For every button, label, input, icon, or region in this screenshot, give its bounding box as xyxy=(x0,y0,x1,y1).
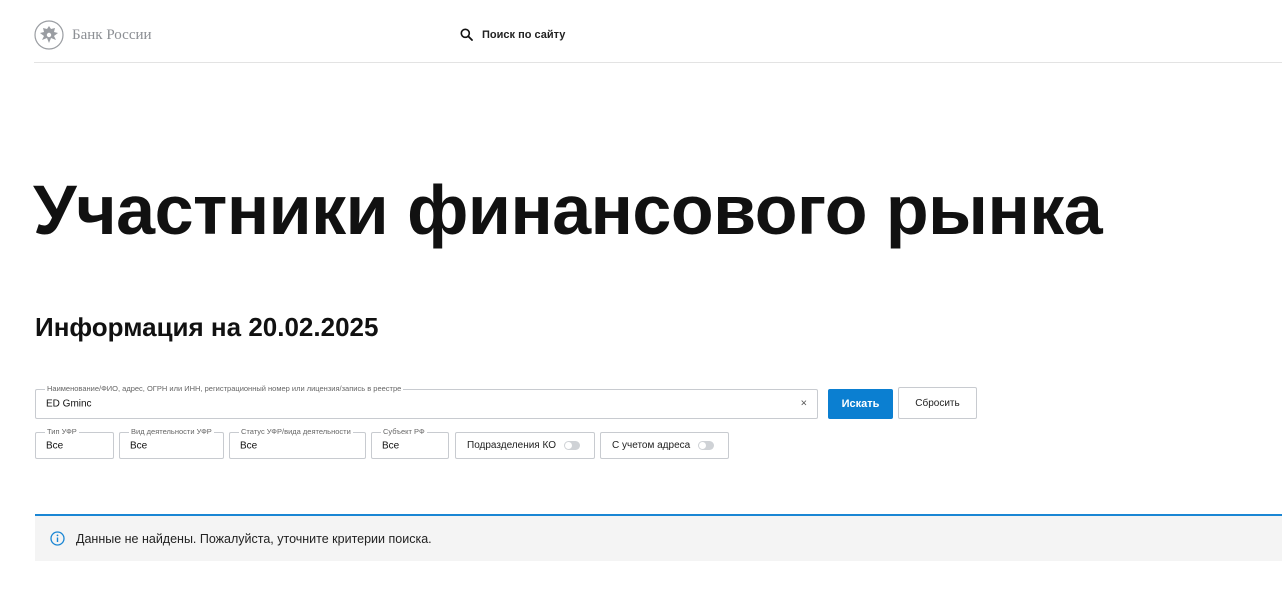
search-button[interactable]: Искать xyxy=(828,389,893,419)
type-select-legend: Тип УФР xyxy=(45,427,79,437)
branches-toggle[interactable]: Подразделения КО xyxy=(455,432,595,459)
no-results-message: Данные не найдены. Пожалуйста, уточните … xyxy=(76,531,432,546)
site-header: Банк России Поиск по сайту xyxy=(34,0,1282,63)
region-select[interactable]: Субъект РФ Все xyxy=(371,427,449,459)
address-toggle-label: С учетом адреса xyxy=(612,440,691,451)
clear-search-icon[interactable]: × xyxy=(801,398,807,410)
info-icon xyxy=(50,531,65,546)
region-select-legend: Субъект РФ xyxy=(381,427,427,437)
reset-button[interactable]: Сбросить xyxy=(898,387,977,419)
search-icon xyxy=(460,28,473,41)
info-date-subtitle: Информация на 20.02.2025 xyxy=(35,312,379,342)
activity-select-legend: Вид деятельности УФР xyxy=(129,427,214,437)
region-select-value: Все xyxy=(382,440,400,451)
address-toggle-switch[interactable] xyxy=(698,441,715,450)
branches-toggle-label: Подразделения КО xyxy=(467,440,556,451)
type-select[interactable]: Тип УФР Все xyxy=(35,427,114,459)
address-toggle[interactable]: С учетом адреса xyxy=(600,432,729,459)
main-search-field[interactable]: Наименование/ФИО, адрес, ОГРН или ИНН, р… xyxy=(35,384,818,419)
bank-logo[interactable]: Банк России xyxy=(34,20,152,50)
site-search-link[interactable]: Поиск по сайту xyxy=(460,28,565,41)
main-search-value: ED Gminc xyxy=(46,398,92,410)
logo-text: Банк России xyxy=(72,26,152,43)
activity-select[interactable]: Вид деятельности УФР Все xyxy=(119,427,224,459)
type-select-value: Все xyxy=(46,440,64,451)
site-search-label: Поиск по сайту xyxy=(482,28,566,41)
toggle-knob xyxy=(699,442,707,449)
status-select[interactable]: Статус УФР/вида деятельности Все xyxy=(229,427,366,459)
activity-select-value: Все xyxy=(130,440,148,451)
eagle-emblem-icon xyxy=(34,20,64,50)
page-title: Участники финансового рынка xyxy=(33,171,1103,249)
toggle-knob xyxy=(565,442,572,449)
main-search-legend: Наименование/ФИО, адрес, ОГРН или ИНН, р… xyxy=(45,384,404,394)
status-select-value: Все xyxy=(240,440,258,451)
branches-toggle-switch[interactable] xyxy=(564,441,580,450)
status-select-legend: Статус УФР/вида деятельности xyxy=(239,427,353,437)
no-results-alert: Данные не найдены. Пожалуйста, уточните … xyxy=(35,514,1282,561)
